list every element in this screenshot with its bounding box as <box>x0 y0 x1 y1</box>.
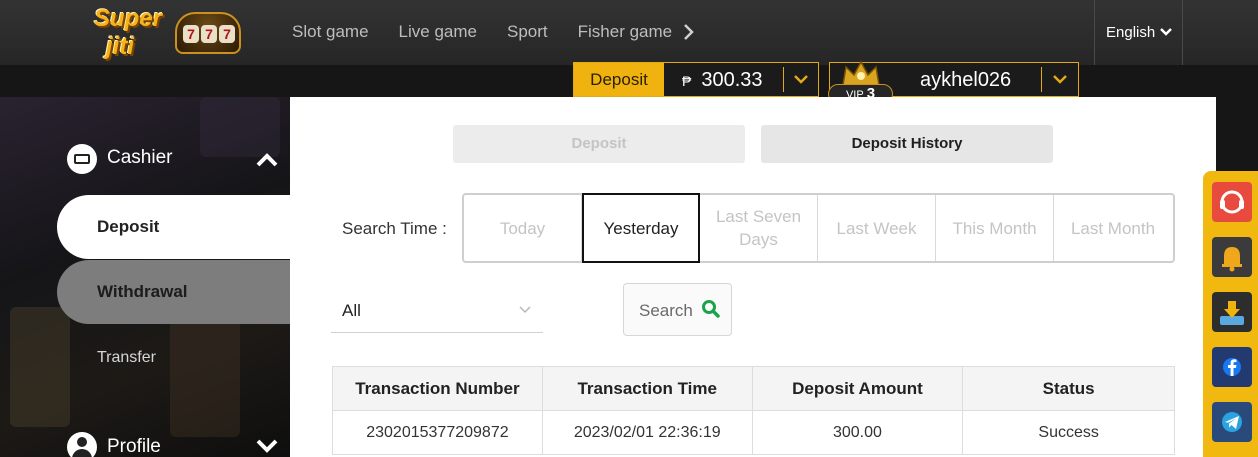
chevron-up-icon <box>256 153 278 167</box>
top-header: Super jiti 7 7 7 Slot game Live game Spo… <box>0 0 1258 65</box>
balance-amount: 300.33 <box>701 69 763 91</box>
status-filter-select[interactable]: All <box>331 291 543 333</box>
background-decoration <box>10 307 70 427</box>
sidebar-item-deposit[interactable]: Deposit <box>57 195 290 259</box>
column-header: Status <box>962 366 1175 411</box>
divider <box>1041 67 1042 92</box>
nav-next-arrow-icon[interactable] <box>682 20 702 44</box>
currency-symbol: ₱ <box>682 73 692 89</box>
time-option-this-month[interactable]: This Month <box>936 195 1054 261</box>
chevron-down-icon <box>256 439 278 453</box>
cashier-section-header[interactable]: Cashier <box>67 144 282 174</box>
column-header: Transaction Number <box>332 366 543 411</box>
column-header: Deposit Amount <box>751 366 964 411</box>
time-option-today[interactable]: Today <box>464 195 582 261</box>
table-row: 2302015377209872 2023/02/01 22:36:19 300… <box>332 410 1175 455</box>
time-option-yesterday[interactable]: Yesterday <box>582 193 700 263</box>
logo-reel: 7 <box>219 25 235 43</box>
sidebar-item-withdrawal[interactable]: Withdrawal <box>57 260 290 324</box>
cashier-label: Cashier <box>107 147 173 168</box>
profile-label: Profile <box>107 436 161 457</box>
site-logo[interactable]: Super jiti 7 7 7 <box>88 2 248 64</box>
language-label: English <box>1106 24 1156 41</box>
header-deposit-button[interactable]: Deposit <box>574 63 664 96</box>
logo-reel: 7 <box>183 25 199 43</box>
column-header: Transaction Time <box>541 366 753 411</box>
chevron-down-icon[interactable] <box>1051 73 1069 87</box>
time-range-selector: Today Yesterday Last Seven Days Last Wee… <box>462 193 1175 263</box>
time-option-last-month[interactable]: Last Month <box>1054 195 1172 261</box>
profile-section-header[interactable]: Profile <box>67 432 282 457</box>
telegram-icon[interactable] <box>1212 402 1252 442</box>
nav-slot-game[interactable]: Slot game <box>292 20 369 44</box>
logo-text-line1: Super <box>94 5 163 32</box>
deposit-amount: 300.00 <box>751 410 964 455</box>
nav-live-game[interactable]: Live game <box>399 20 477 44</box>
time-option-last-week[interactable]: Last Week <box>818 195 936 261</box>
support-icon[interactable] <box>1212 182 1252 222</box>
transaction-time: 2023/02/01 22:36:19 <box>541 410 753 455</box>
filter-value: All <box>342 301 361 320</box>
nav-sport[interactable]: Sport <box>507 20 548 44</box>
chevron-down-icon <box>1160 28 1172 36</box>
search-icon <box>702 300 720 318</box>
search-label: Search <box>639 301 693 320</box>
bell-icon[interactable] <box>1212 237 1252 277</box>
facebook-icon[interactable] <box>1212 347 1252 387</box>
logo-text-line2: jiti <box>106 33 134 60</box>
floating-toolbar <box>1203 171 1258 457</box>
table-header-row: Transaction Number Transaction Time Depo… <box>332 366 1175 411</box>
transaction-number: 2302015377209872 <box>332 410 543 455</box>
sidebar: Cashier Deposit Withdrawal Transfer Prof… <box>0 97 290 457</box>
balance-value: ₱ 300.33 <box>682 69 763 92</box>
transaction-status: Success <box>962 410 1175 455</box>
main-panel: Deposit Deposit History Search Time : To… <box>290 97 1216 457</box>
chevron-down-icon <box>519 306 531 314</box>
balance-box: Deposit ₱ 300.33 <box>573 62 819 97</box>
logo-reel: 7 <box>201 25 217 43</box>
chevron-down-icon[interactable] <box>792 73 810 87</box>
time-option-last-seven-days[interactable]: Last Seven Days <box>700 195 818 261</box>
username: aykhel026 <box>920 69 1012 91</box>
download-icon[interactable] <box>1212 292 1252 332</box>
cash-icon <box>67 144 97 174</box>
user-icon <box>67 432 97 457</box>
language-selector[interactable]: English <box>1094 0 1183 65</box>
tab-deposit[interactable]: Deposit <box>453 125 745 163</box>
slot-machine-icon: 7 7 7 <box>175 12 241 54</box>
transactions-table: Transaction Number Transaction Time Depo… <box>332 366 1175 455</box>
sidebar-item-transfer[interactable]: Transfer <box>97 349 156 367</box>
search-button[interactable]: Search <box>623 283 732 336</box>
nav-fisher-game[interactable]: Fisher game <box>578 20 672 44</box>
tab-deposit-history[interactable]: Deposit History <box>761 125 1053 163</box>
main-nav: Slot game Live game Sport Fisher game <box>292 20 702 44</box>
search-time-label: Search Time : <box>342 219 447 238</box>
divider <box>783 67 784 92</box>
